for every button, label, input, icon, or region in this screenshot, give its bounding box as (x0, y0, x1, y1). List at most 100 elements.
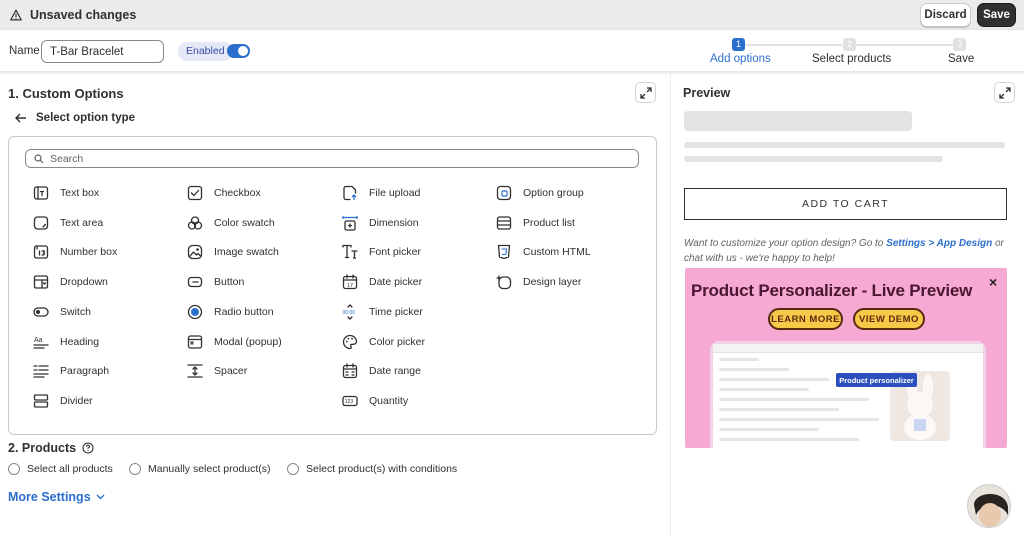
option-type-time-picker[interactable]: 00:00 Time picker (342, 302, 423, 322)
radio-manually-select[interactable]: Manually select product(s) (129, 463, 271, 475)
help-icon[interactable] (82, 442, 94, 454)
option-type-paragraph[interactable]: Paragraph (33, 361, 109, 381)
name-label: Name (9, 45, 40, 57)
step-connector (855, 44, 953, 46)
radio-label: Select product(s) with conditions (306, 463, 458, 475)
dimension-icon (342, 215, 358, 231)
radio-button-icon (187, 304, 203, 320)
mockup-line (719, 398, 869, 401)
option-type-design-layer[interactable]: Design layer (496, 272, 581, 292)
step-3-number[interactable]: 3 (953, 38, 966, 51)
save-button[interactable]: Save (977, 3, 1016, 27)
option-type-button[interactable]: Button (187, 272, 244, 292)
search-input[interactable]: Search (25, 149, 639, 168)
add-to-cart-button[interactable]: ADD TO CART (684, 188, 1007, 220)
unsaved-changes-text: Unsaved changes (30, 8, 137, 22)
option-type-spacer[interactable]: Spacer (187, 361, 247, 381)
app-design-link[interactable]: Settings > App Design (886, 238, 992, 249)
enabled-toggle[interactable] (227, 44, 250, 58)
option-type-dimension[interactable]: Dimension (342, 213, 419, 233)
option-type-label: Custom HTML (523, 246, 591, 258)
option-type-label: Color swatch (214, 217, 275, 229)
mockup-line (719, 408, 839, 411)
svg-text:123: 123 (345, 399, 354, 405)
step-connector (744, 44, 842, 46)
banner-title: Product Personalizer - Live Preview (691, 281, 973, 300)
radio-circle[interactable] (287, 463, 299, 475)
option-type-color-swatch[interactable]: Color swatch (187, 213, 275, 233)
option-type-font-picker[interactable]: Font picker (342, 242, 421, 262)
step-2-number[interactable]: 2 (843, 38, 856, 51)
mockup-header (713, 344, 983, 353)
back-to-option-type[interactable]: Select option type (15, 112, 135, 124)
enabled-badge: Enabled (178, 42, 233, 61)
search-placeholder: Search (50, 152, 84, 165)
step-2-label[interactable]: Select products (812, 53, 891, 65)
dropdown-icon (33, 274, 49, 290)
option-type-option-group[interactable]: Option group (496, 183, 584, 203)
option-type-label: Design layer (523, 276, 582, 288)
option-type-file-upload[interactable]: File upload (342, 183, 420, 203)
svg-text:17: 17 (347, 283, 353, 289)
option-type-dropdown[interactable]: Dropdown (33, 272, 108, 292)
option-type-text-area[interactable]: Text area (33, 213, 103, 233)
name-input[interactable] (41, 40, 164, 63)
option-type-image-swatch[interactable]: Image swatch (187, 242, 279, 262)
option-type-label: Switch (60, 306, 91, 318)
option-type-label: Button (214, 276, 245, 288)
option-type-radio-button[interactable]: Radio button (187, 302, 274, 322)
option-type-product-list[interactable]: Product list (496, 213, 575, 233)
more-settings-link[interactable]: More Settings (8, 490, 105, 504)
option-type-divider[interactable]: Divider (33, 391, 93, 411)
option-type-label: Color picker (369, 336, 426, 348)
more-settings-label: More Settings (8, 490, 91, 504)
warning-icon (10, 9, 22, 21)
option-type-date-picker[interactable]: 17 Date picker (342, 272, 422, 292)
custom-options-title: 1. Custom Options (8, 86, 124, 101)
view-demo-button[interactable]: VIEW DEMO (853, 308, 925, 330)
step-3-label[interactable]: Save (948, 53, 974, 65)
skeleton-line (684, 142, 1005, 148)
learn-more-button[interactable]: LEARN MORE (768, 308, 843, 330)
step-1-label[interactable]: Add options (710, 53, 771, 65)
option-type-label: Divider (60, 395, 93, 407)
option-type-label: Spacer (214, 365, 248, 377)
help-prefix: Want to customize your option design? Go… (684, 238, 887, 249)
option-type-label: Paragraph (60, 365, 110, 377)
option-type-custom-html[interactable]: Custom HTML (496, 242, 591, 262)
heading-icon: Aa (33, 334, 49, 350)
option-type-label: Quantity (369, 395, 409, 407)
option-type-color-picker[interactable]: Color picker (342, 332, 425, 352)
option-type-quantity[interactable]: 123 Quantity (342, 391, 408, 411)
promo-banner[interactable]: Product Personalizer - Live Preview × LE… (685, 268, 1007, 448)
option-type-checkbox[interactable]: Checkbox (187, 183, 261, 203)
svg-text:Aa: Aa (34, 337, 43, 344)
expand-icon (998, 86, 1011, 99)
radio-select-with-conditions[interactable]: Select product(s) with conditions (287, 463, 457, 475)
chevron-down-icon (96, 494, 105, 500)
expand-preview-button[interactable] (994, 82, 1015, 103)
switch-icon (33, 304, 49, 320)
step-1-number[interactable]: 1 (732, 38, 745, 51)
radio-select-all-products[interactable]: Select all products (8, 463, 113, 475)
discard-button[interactable]: Discard (920, 3, 971, 27)
arrow-left-icon (15, 113, 26, 123)
option-type-label: Option group (523, 187, 584, 199)
avatar[interactable] (967, 484, 1011, 528)
option-type-label: Date picker (369, 276, 423, 288)
product-personalizer-badge: Product personalizer (836, 373, 917, 387)
close-icon[interactable]: × (989, 274, 997, 290)
option-type-switch[interactable]: Switch (33, 302, 91, 322)
radio-circle[interactable] (8, 463, 20, 475)
option-type-text-box[interactable]: Text box (33, 183, 99, 203)
expand-custom-options-button[interactable] (635, 82, 656, 103)
option-type-heading[interactable]: Aa Heading (33, 332, 99, 352)
mockup-line (719, 418, 879, 421)
quantity-icon: 123 (342, 393, 358, 409)
option-type-modal-popup[interactable]: Modal (popup) (187, 332, 282, 352)
radio-circle[interactable] (129, 463, 141, 475)
option-type-number-box[interactable]: Number box (33, 242, 117, 262)
option-type-date-range[interactable]: Date range (342, 361, 421, 381)
color-picker-icon (342, 334, 358, 350)
date-picker-icon: 17 (342, 274, 358, 290)
